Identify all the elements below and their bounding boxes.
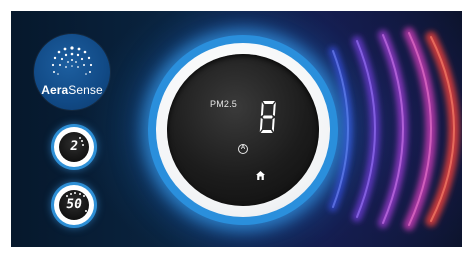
mini-dial-face: 2: [59, 132, 89, 162]
mini-dial-face: 50: [59, 190, 89, 220]
mini-dial-value: 2: [69, 139, 79, 154]
main-dial-bezel: PM2.5 8 A: [156, 43, 330, 217]
indicator-dot: [85, 210, 87, 212]
brand-name: AeraSense: [34, 83, 110, 97]
indicator-dot: [79, 137, 81, 139]
indicator-dot: [81, 140, 83, 142]
indicator-dot: [82, 144, 84, 146]
brand-name-regular: Sense: [68, 83, 103, 97]
product-banner: AeraSense 2 50 PM2.5 A: [11, 11, 462, 247]
indicator-dot: [83, 195, 85, 197]
auto-mode-icon: A: [238, 144, 248, 154]
indicator-dot: [70, 193, 72, 195]
main-dial-display: PM2.5 8 A: [167, 54, 319, 206]
aerasense-logo: AeraSense: [34, 34, 110, 110]
pm25-label: PM2.5: [210, 99, 238, 109]
home-icon: [256, 171, 265, 180]
seven-segment-digit: 8: [259, 101, 276, 133]
indicator-dot: [79, 193, 81, 195]
dotted-circle-logo-icon: [51, 46, 93, 75]
indicator-dot: [74, 192, 76, 194]
mini-dial-top: 2: [54, 127, 94, 167]
indicator-dot: [66, 195, 68, 197]
brand-name-bold: Aera: [41, 83, 69, 97]
mini-dial-bottom: 50: [54, 185, 94, 225]
main-dial: PM2.5 8 A: [148, 35, 338, 225]
